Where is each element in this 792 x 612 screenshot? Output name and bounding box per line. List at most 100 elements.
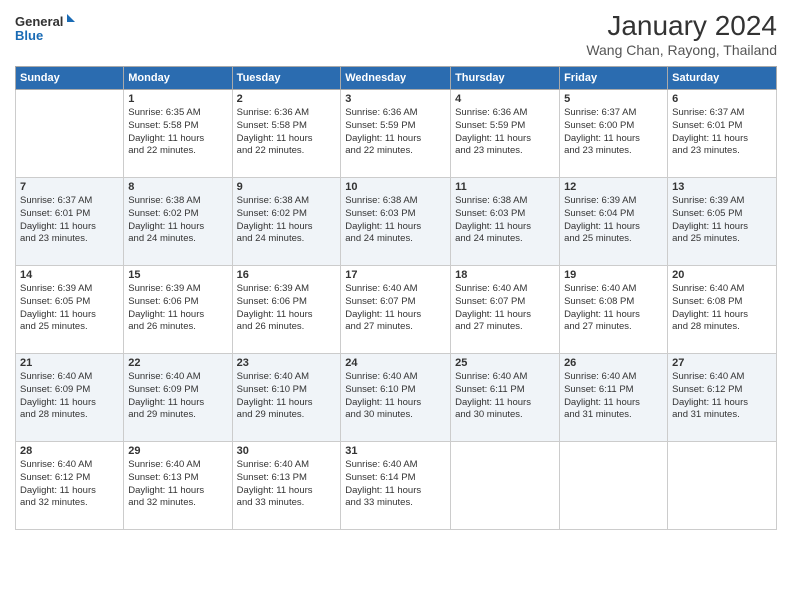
header-cell-sunday: Sunday [16,67,124,90]
calendar-cell: 26Sunrise: 6:40 AM Sunset: 6:11 PM Dayli… [560,354,668,442]
month-title: January 2024 [586,10,777,42]
cell-content: Sunrise: 6:37 AM Sunset: 6:01 PM Dayligh… [672,107,772,158]
day-number: 16 [237,269,337,281]
cell-content: Sunrise: 6:40 AM Sunset: 6:08 PM Dayligh… [672,283,772,334]
header-cell-friday: Friday [560,67,668,90]
cell-content: Sunrise: 6:38 AM Sunset: 6:02 PM Dayligh… [237,195,337,246]
day-number: 13 [672,181,772,193]
week-row-3: 14 Sunrise: 6:39 AM Sunset: 6:05 PM Dayli… [16,266,777,354]
logo-svg: General Blue [15,10,75,50]
cell-content: Sunrise: 6:38 AM Sunset: 6:03 PM Dayligh… [455,195,555,246]
calendar-cell: 24Sunrise: 6:40 AM Sunset: 6:10 PM Dayli… [341,354,451,442]
cell-content: Sunrise: 6:40 AM Sunset: 6:10 PM Dayligh… [237,371,337,422]
calendar-cell: 30 Sunrise: 6:40 AM Sunset: 6:13 PM Dayli… [232,442,341,530]
calendar-cell: 20 Sunrise: 6:40 AM Sunset: 6:08 PM Dayli… [668,266,777,354]
cell-content: Sunrise: 6:37 AM Sunset: 6:01 PM Dayligh… [20,195,119,246]
day-number: 27 [672,357,772,369]
calendar-cell: 22 Sunrise: 6:40 AM Sunset: 6:09 PM Dayli… [124,354,232,442]
day-number: 11 [455,181,555,193]
day-number: 23 [237,357,337,369]
cell-content: Sunrise: 6:40 AM Sunset: 6:12 PM Dayligh… [672,371,772,422]
calendar-cell: 25Sunrise: 6:40 AM Sunset: 6:11 PM Dayli… [451,354,560,442]
day-number: 24 [345,357,446,369]
day-number: 9 [237,181,337,193]
day-number: 5 [564,93,663,105]
cell-content: Sunrise: 6:40 AM Sunset: 6:09 PM Dayligh… [128,371,227,422]
cell-content: Sunrise: 6:40 AM Sunset: 6:11 PM Dayligh… [564,371,663,422]
cell-content: Sunrise: 6:35 AM Sunset: 5:58 PM Dayligh… [128,107,227,158]
cell-content: Sunrise: 6:36 AM Sunset: 5:59 PM Dayligh… [345,107,446,158]
calendar-table: SundayMondayTuesdayWednesdayThursdayFrid… [15,66,777,530]
day-number: 2 [237,93,337,105]
cell-content: Sunrise: 6:39 AM Sunset: 6:06 PM Dayligh… [128,283,227,334]
cell-content: Sunrise: 6:40 AM Sunset: 6:14 PM Dayligh… [345,459,446,510]
header-row: SundayMondayTuesdayWednesdayThursdayFrid… [16,67,777,90]
header: General Blue January 2024 Wang Chan, Ray… [15,10,777,58]
calendar-cell [560,442,668,530]
day-number: 28 [20,445,119,457]
day-number: 30 [237,445,337,457]
cell-content: Sunrise: 6:38 AM Sunset: 6:03 PM Dayligh… [345,195,446,246]
calendar-cell: 27 Sunrise: 6:40 AM Sunset: 6:12 PM Dayli… [668,354,777,442]
day-number: 4 [455,93,555,105]
day-number: 14 [20,269,119,281]
week-row-4: 21 Sunrise: 6:40 AM Sunset: 6:09 PM Dayli… [16,354,777,442]
header-cell-wednesday: Wednesday [341,67,451,90]
logo: General Blue [15,10,75,50]
cell-content: Sunrise: 6:39 AM Sunset: 6:04 PM Dayligh… [564,195,663,246]
day-number: 20 [672,269,772,281]
calendar-cell: 8Sunrise: 6:38 AM Sunset: 6:02 PM Daylig… [124,178,232,266]
cell-content: Sunrise: 6:37 AM Sunset: 6:00 PM Dayligh… [564,107,663,158]
calendar-cell: 28 Sunrise: 6:40 AM Sunset: 6:12 PM Dayli… [16,442,124,530]
day-number: 18 [455,269,555,281]
calendar-cell: 2 Sunrise: 6:36 AM Sunset: 5:58 PM Daylig… [232,90,341,178]
day-number: 31 [345,445,446,457]
header-cell-monday: Monday [124,67,232,90]
cell-content: Sunrise: 6:39 AM Sunset: 6:05 PM Dayligh… [20,283,119,334]
header-cell-saturday: Saturday [668,67,777,90]
calendar-cell: 13 Sunrise: 6:39 AM Sunset: 6:05 PM Dayli… [668,178,777,266]
calendar-cell: 1 Sunrise: 6:35 AM Sunset: 5:58 PM Daylig… [124,90,232,178]
day-number: 29 [128,445,227,457]
header-cell-thursday: Thursday [451,67,560,90]
day-number: 3 [345,93,446,105]
cell-content: Sunrise: 6:36 AM Sunset: 5:58 PM Dayligh… [237,107,337,158]
calendar-cell: 12Sunrise: 6:39 AM Sunset: 6:04 PM Dayli… [560,178,668,266]
calendar-cell: 15Sunrise: 6:39 AM Sunset: 6:06 PM Dayli… [124,266,232,354]
cell-content: Sunrise: 6:40 AM Sunset: 6:12 PM Dayligh… [20,459,119,510]
title-section: January 2024 Wang Chan, Rayong, Thailand [586,10,777,58]
day-number: 19 [564,269,663,281]
cell-content: Sunrise: 6:36 AM Sunset: 5:59 PM Dayligh… [455,107,555,158]
week-row-2: 7Sunrise: 6:37 AM Sunset: 6:01 PM Daylig… [16,178,777,266]
calendar-cell: 4 Sunrise: 6:36 AM Sunset: 5:59 PM Daylig… [451,90,560,178]
location: Wang Chan, Rayong, Thailand [586,42,777,58]
week-row-1: 1 Sunrise: 6:35 AM Sunset: 5:58 PM Daylig… [16,90,777,178]
calendar-cell: 17Sunrise: 6:40 AM Sunset: 6:07 PM Dayli… [341,266,451,354]
cell-content: Sunrise: 6:39 AM Sunset: 6:06 PM Dayligh… [237,283,337,334]
calendar-cell: 6 Sunrise: 6:37 AM Sunset: 6:01 PM Daylig… [668,90,777,178]
day-number: 8 [128,181,227,193]
calendar-cell: 31 Sunrise: 6:40 AM Sunset: 6:14 PM Dayli… [341,442,451,530]
cell-content: Sunrise: 6:40 AM Sunset: 6:13 PM Dayligh… [237,459,337,510]
calendar-cell: 9 Sunrise: 6:38 AM Sunset: 6:02 PM Daylig… [232,178,341,266]
calendar-cell: 19 Sunrise: 6:40 AM Sunset: 6:08 PM Dayli… [560,266,668,354]
cell-content: Sunrise: 6:39 AM Sunset: 6:05 PM Dayligh… [672,195,772,246]
calendar-cell [451,442,560,530]
day-number: 1 [128,93,227,105]
calendar-cell: 18Sunrise: 6:40 AM Sunset: 6:07 PM Dayli… [451,266,560,354]
calendar-cell [668,442,777,530]
header-cell-tuesday: Tuesday [232,67,341,90]
day-number: 6 [672,93,772,105]
day-number: 10 [345,181,446,193]
day-number: 22 [128,357,227,369]
calendar-cell [16,90,124,178]
calendar-cell: 23 Sunrise: 6:40 AM Sunset: 6:10 PM Dayli… [232,354,341,442]
day-number: 25 [455,357,555,369]
calendar-cell: 16 Sunrise: 6:39 AM Sunset: 6:06 PM Dayli… [232,266,341,354]
day-number: 21 [20,357,119,369]
cell-content: Sunrise: 6:40 AM Sunset: 6:08 PM Dayligh… [564,283,663,334]
calendar-cell: 5 Sunrise: 6:37 AM Sunset: 6:00 PM Daylig… [560,90,668,178]
cell-content: Sunrise: 6:40 AM Sunset: 6:09 PM Dayligh… [20,371,119,422]
calendar-cell: 3 Sunrise: 6:36 AM Sunset: 5:59 PM Daylig… [341,90,451,178]
svg-text:Blue: Blue [15,28,43,43]
